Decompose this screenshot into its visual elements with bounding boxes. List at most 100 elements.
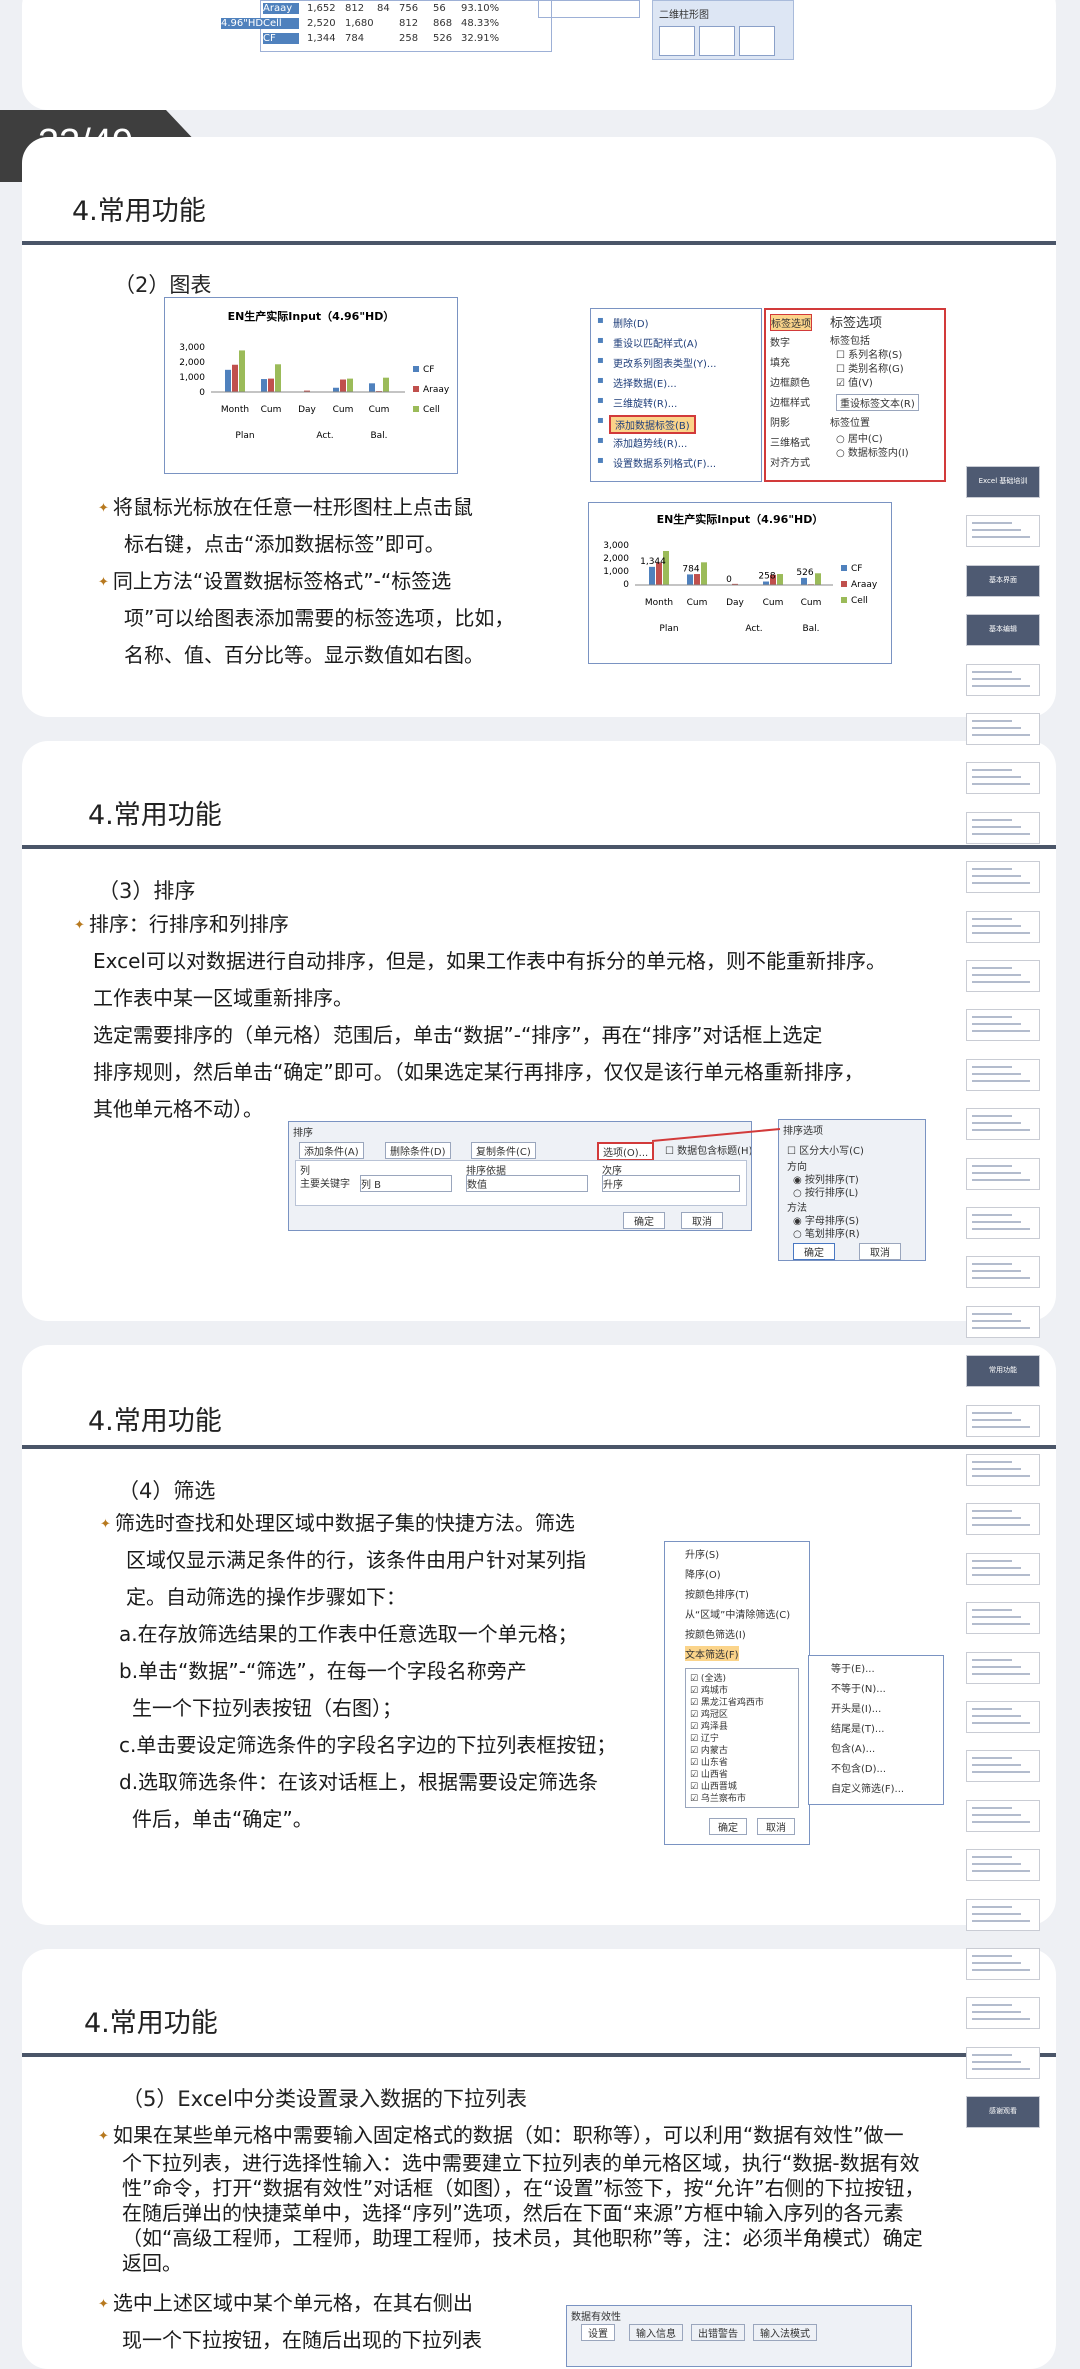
slide-thumbnail[interactable] bbox=[966, 1256, 1040, 1289]
slide-thumbnail[interactable] bbox=[966, 1799, 1040, 1832]
slide-thumbnail[interactable] bbox=[966, 1108, 1040, 1141]
filter-menu-item[interactable]: 从“区域”中清除筛选(C) bbox=[685, 1606, 790, 1621]
tab-ime-mode[interactable]: 输入法模式 bbox=[753, 2324, 817, 2341]
chart-type-option[interactable] bbox=[659, 26, 695, 56]
label-nav-item[interactable]: 三维格式 bbox=[770, 434, 810, 449]
chart-bar bbox=[763, 581, 769, 585]
order-select[interactable]: 升序 bbox=[602, 1175, 740, 1192]
cancel-button[interactable]: 取消 bbox=[859, 1243, 901, 1260]
text-filter-item[interactable]: 自定义筛选(F)... bbox=[831, 1780, 904, 1795]
add-condition-button[interactable]: 添加条件(A) bbox=[299, 1142, 364, 1159]
slide-thumbnail[interactable] bbox=[966, 713, 1040, 745]
label-position-radio[interactable]: ○ 居中(C) bbox=[836, 430, 883, 445]
slide-thumbnail[interactable] bbox=[966, 1997, 1040, 2030]
slide-thumbnail[interactable]: 基本界面 bbox=[966, 564, 1040, 597]
options-button[interactable]: 选项(O)... bbox=[597, 1142, 655, 1161]
tab-settings[interactable]: 设置 bbox=[581, 2324, 615, 2341]
slide-thumbnail[interactable] bbox=[966, 1552, 1040, 1585]
ok-button[interactable]: 确定 bbox=[623, 1212, 665, 1229]
chart-type-option[interactable] bbox=[699, 26, 735, 56]
filter-menu-item[interactable]: 按颜色筛选(I) bbox=[685, 1626, 746, 1641]
slide-thumbnail[interactable]: Excel 基础培训 bbox=[966, 466, 1040, 498]
reset-label-button[interactable]: 重设标签文本(R) bbox=[836, 394, 919, 411]
case-sensitive-checkbox[interactable]: ☐ 区分大小写(C) bbox=[787, 1142, 864, 1157]
slide-thumbnail[interactable]: 感谢观看 bbox=[966, 2096, 1040, 2129]
slide-thumbnail[interactable] bbox=[966, 1898, 1040, 1931]
slide-thumbnail[interactable] bbox=[966, 1503, 1040, 1536]
slide-thumbnail[interactable] bbox=[966, 515, 1040, 548]
text-filter-item[interactable]: 不等于(N)... bbox=[831, 1680, 886, 1695]
context-menu-item[interactable]: 添加趋势线(R)... bbox=[613, 435, 687, 450]
context-menu-item[interactable]: 添加数据标签(B) bbox=[609, 415, 696, 434]
slide-thumbnail[interactable] bbox=[966, 1404, 1040, 1437]
text-filter-item[interactable]: 等于(E)... bbox=[831, 1660, 875, 1675]
thumbnail-line bbox=[972, 917, 1012, 920]
slide-thumbnail[interactable] bbox=[966, 861, 1040, 894]
label-checkbox[interactable]: ☑ 值(V) bbox=[836, 374, 873, 389]
filter-values-list[interactable]: ☑ (全选) ☑ 鸡城市 ☑ 黑龙江省鸡西市 ☑ 鸡冠区 ☑ 鸡泽县 ☑ 辽宁 ☑ 内蒙古 ☑… bbox=[685, 1668, 799, 1808]
chart-type-panel: 二维柱形图 bbox=[652, 0, 794, 60]
slide-thumbnail[interactable]: 基本编辑 bbox=[966, 614, 1040, 647]
slide-thumbnail[interactable] bbox=[966, 1305, 1040, 1338]
slide-thumbnail[interactable] bbox=[966, 960, 1040, 992]
chart-type-option[interactable] bbox=[739, 26, 775, 56]
sort-on-select[interactable]: 数值 bbox=[466, 1175, 588, 1192]
context-menu-item[interactable]: 删除(D) bbox=[613, 315, 649, 330]
copy-condition-button[interactable]: 复制条件(C) bbox=[471, 1142, 536, 1159]
context-menu-item[interactable]: 更改系列图表类型(Y)... bbox=[613, 355, 716, 370]
ok-button[interactable]: 确定 bbox=[793, 1243, 835, 1260]
context-menu-item[interactable]: 选择数据(E)... bbox=[613, 375, 677, 390]
label-position-radio[interactable]: ○ 数据标签内(I) bbox=[836, 444, 909, 459]
slide-thumbnail[interactable] bbox=[966, 1651, 1040, 1684]
context-menu-item[interactable]: 设置数据系列格式(F)... bbox=[613, 455, 716, 470]
text-filter-item[interactable]: 结尾是(T)... bbox=[831, 1720, 884, 1735]
label-nav-item[interactable]: 数字 bbox=[770, 334, 790, 349]
tab-input-message[interactable]: 输入信息 bbox=[629, 2324, 683, 2341]
label-nav-item[interactable]: 边框颜色 bbox=[770, 374, 810, 389]
slide-thumbnail[interactable] bbox=[966, 1602, 1040, 1635]
ok-button[interactable]: 确定 bbox=[709, 1818, 747, 1835]
label-nav-item[interactable]: 标签选项 bbox=[770, 314, 812, 331]
slide-thumbnail[interactable] bbox=[966, 1750, 1040, 1783]
slide-thumbnail[interactable] bbox=[966, 1701, 1040, 1733]
slide-thumbnail[interactable] bbox=[966, 2046, 1040, 2079]
text-filter-item[interactable]: 开头是(I)... bbox=[831, 1700, 881, 1715]
stroke-radio[interactable]: ○ 笔划排序(R) bbox=[793, 1225, 860, 1240]
sort-by-row-radio[interactable]: ○ 按行排序(L) bbox=[793, 1184, 858, 1199]
slide-thumbnail[interactable] bbox=[966, 1058, 1040, 1091]
slide-thumbnail[interactable] bbox=[966, 1454, 1040, 1486]
filter-menu-item[interactable]: 升序(S) bbox=[685, 1546, 719, 1561]
slide-thumbnail[interactable] bbox=[966, 1009, 1040, 1042]
label-checkbox[interactable]: ☐ 系列名称(S) bbox=[836, 346, 902, 361]
label-checkbox[interactable]: ☐ 类别名称(G) bbox=[836, 360, 904, 375]
filter-value-checkbox[interactable]: ☑ 乌兰察布市 bbox=[690, 1791, 746, 1804]
text-filter-item[interactable]: 不包含(D)... bbox=[831, 1760, 886, 1775]
column-select[interactable]: 列 B bbox=[360, 1175, 452, 1192]
thumbnail-line bbox=[972, 1672, 1030, 1675]
cancel-button[interactable]: 取消 bbox=[757, 1818, 795, 1835]
table-cell: 784 bbox=[345, 33, 365, 44]
slide-thumbnail[interactable] bbox=[966, 1157, 1040, 1190]
slide-thumbnail[interactable] bbox=[966, 910, 1040, 943]
slide-thumbnail[interactable] bbox=[966, 811, 1040, 844]
context-menu-item[interactable]: 重设以匹配样式(A) bbox=[613, 335, 698, 350]
filter-step-b-cont: 生一个下拉列表按钮（右图）； bbox=[132, 1696, 402, 1720]
delete-condition-button[interactable]: 删除条件(D) bbox=[385, 1142, 451, 1159]
slide-thumbnail[interactable] bbox=[966, 1207, 1040, 1239]
slide-thumbnail[interactable] bbox=[966, 1849, 1040, 1882]
filter-menu-item[interactable]: 文本筛选(F) bbox=[685, 1646, 739, 1661]
filter-menu-item[interactable]: 降序(O) bbox=[685, 1566, 721, 1581]
slide-thumbnail[interactable] bbox=[966, 663, 1040, 696]
slide-thumbnail[interactable] bbox=[966, 762, 1040, 795]
label-nav-item[interactable]: 填充 bbox=[770, 354, 790, 369]
filter-menu-item[interactable]: 按颜色排序(T) bbox=[685, 1586, 749, 1601]
slide-thumbnail[interactable] bbox=[966, 1948, 1040, 1980]
label-nav-item[interactable]: 对齐方式 bbox=[770, 454, 810, 469]
label-nav-item[interactable]: 边框样式 bbox=[770, 394, 810, 409]
cancel-button[interactable]: 取消 bbox=[681, 1212, 723, 1229]
text-filter-item[interactable]: 包含(A)... bbox=[831, 1740, 875, 1755]
label-nav-item[interactable]: 阴影 bbox=[770, 414, 790, 429]
context-menu-item[interactable]: 三维旋转(R)... bbox=[613, 395, 677, 410]
tab-error-alert[interactable]: 出错警告 bbox=[691, 2324, 745, 2341]
slide-thumbnail[interactable]: 常用功能 bbox=[966, 1355, 1040, 1388]
